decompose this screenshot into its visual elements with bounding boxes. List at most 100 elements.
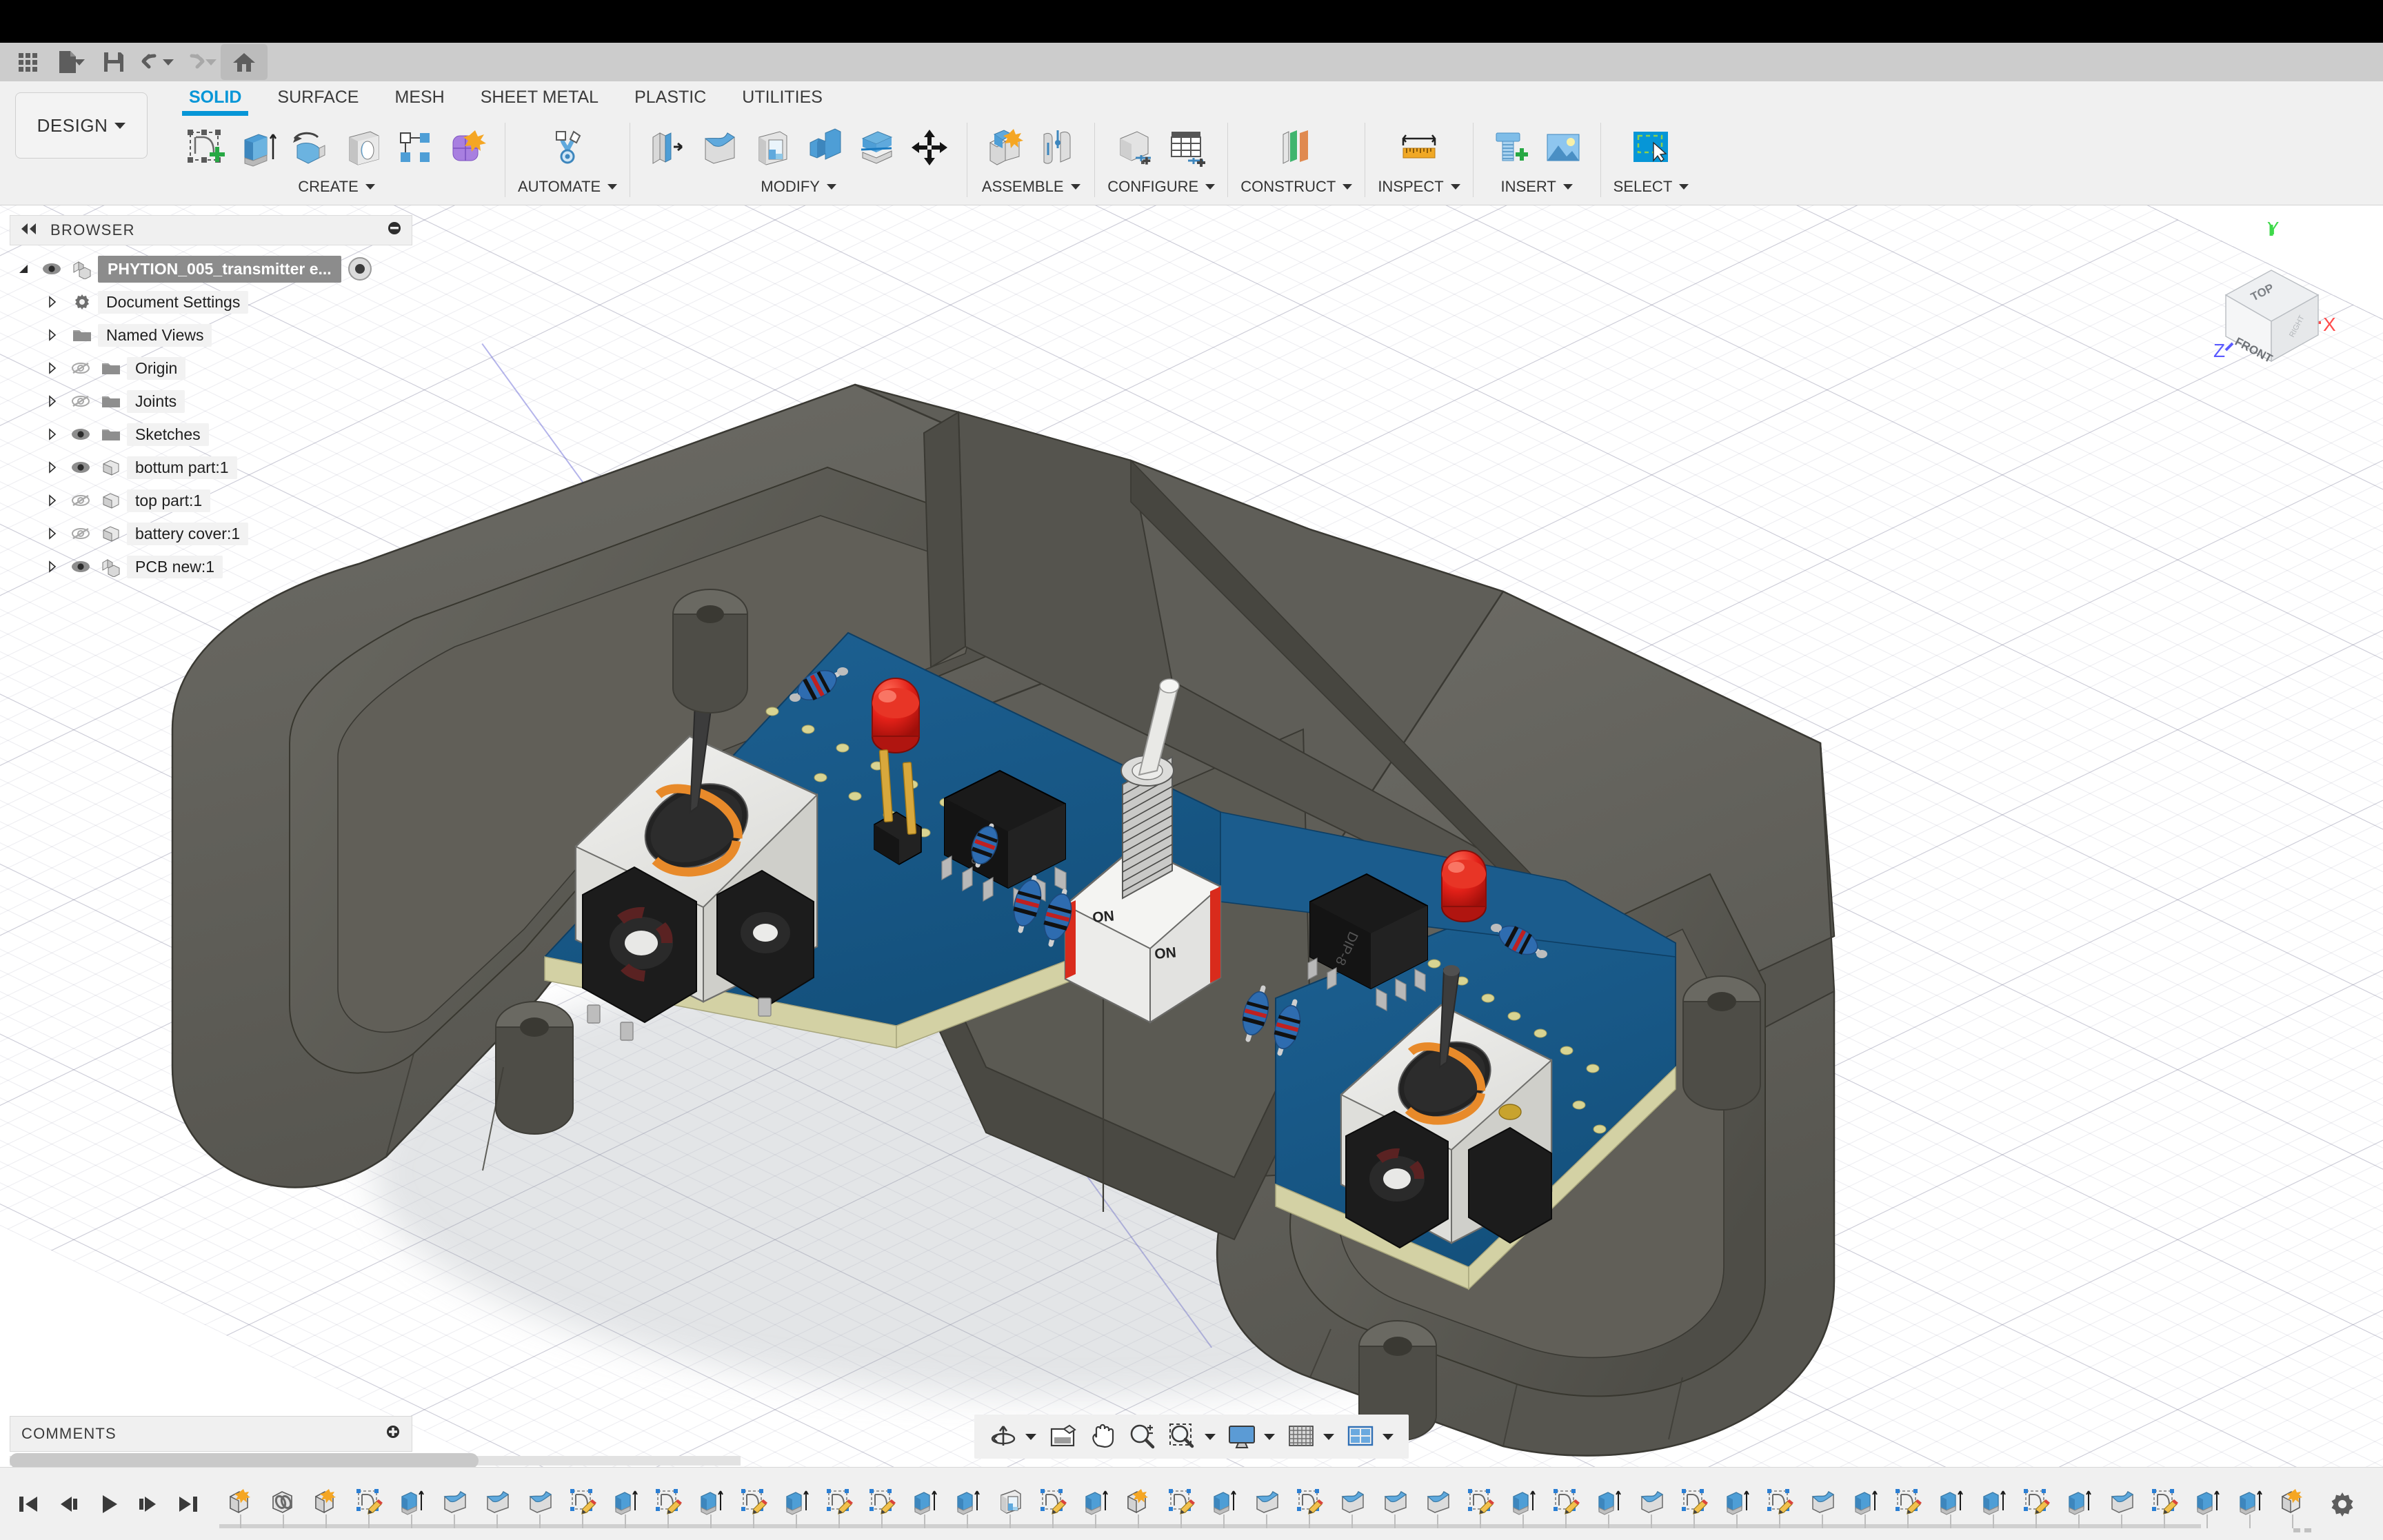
panel-label-modify[interactable]: MODIFY xyxy=(761,178,836,196)
timeline-feature[interactable] xyxy=(775,1468,818,1540)
timeline-feature[interactable] xyxy=(690,1468,732,1540)
timeline-feature[interactable] xyxy=(1887,1468,1929,1540)
tree-item-root[interactable]: PHYTION_005_transmitter e... xyxy=(10,252,412,285)
viewport-canvas[interactable]: ON ON DIP-8 Y X Z TOP FRONT RIGHT BROWSE… xyxy=(0,205,2383,1467)
timeline-feature[interactable] xyxy=(1673,1468,1716,1540)
timeline-feature[interactable] xyxy=(1630,1468,1673,1540)
pattern-icon[interactable] xyxy=(390,119,440,176)
timeline-feature[interactable] xyxy=(604,1468,647,1540)
expand-arrow-icon[interactable] xyxy=(39,560,66,573)
timeline-feature[interactable] xyxy=(1844,1468,1887,1540)
timeline-feature[interactable] xyxy=(519,1468,561,1540)
press-pull-icon[interactable] xyxy=(643,119,692,176)
tab-plastic[interactable]: PLASTIC xyxy=(616,81,724,113)
timeline-feature[interactable] xyxy=(732,1468,775,1540)
visibility-eye-off-icon[interactable] xyxy=(66,494,95,507)
offset-plane-icon[interactable] xyxy=(1271,119,1321,176)
timeline-feature[interactable] xyxy=(647,1468,690,1540)
tree-item-named-views[interactable]: Named Views xyxy=(10,318,412,352)
timeline-feature[interactable] xyxy=(1587,1468,1630,1540)
visibility-eye-icon[interactable] xyxy=(37,262,66,276)
extrude-icon[interactable] xyxy=(233,119,283,176)
undo-icon[interactable] xyxy=(135,44,178,80)
workspace-switcher-button[interactable]: DESIGN xyxy=(15,92,148,159)
tree-item-top-part[interactable]: top part:1 xyxy=(10,484,412,517)
tab-mesh[interactable]: MESH xyxy=(377,81,463,113)
timeline-feature[interactable] xyxy=(2015,1468,2058,1540)
visibility-eye-off-icon[interactable] xyxy=(66,394,95,408)
timeline-feature[interactable] xyxy=(390,1468,433,1540)
tree-item-battery-cover[interactable]: battery cover:1 xyxy=(10,517,412,550)
create-sketch-icon[interactable] xyxy=(181,119,230,176)
split-body-icon[interactable] xyxy=(852,119,902,176)
timeline-feature[interactable] xyxy=(433,1468,476,1540)
timeline-feature[interactable] xyxy=(1160,1468,1203,1540)
move-copy-icon[interactable] xyxy=(905,119,954,176)
go-to-beginning-icon[interactable] xyxy=(10,1486,47,1523)
timeline-feature[interactable] xyxy=(946,1468,989,1540)
chevron-down-icon[interactable] xyxy=(1382,1434,1394,1440)
create-form-icon[interactable] xyxy=(443,119,492,176)
insert-canvas-icon[interactable] xyxy=(1538,119,1588,176)
panel-label-create[interactable]: CREATE xyxy=(298,178,375,196)
timeline-feature[interactable] xyxy=(861,1468,903,1540)
collapse-left-icon[interactable] xyxy=(20,221,38,239)
viewports-icon[interactable] xyxy=(1341,1417,1380,1456)
panel-label-automate[interactable]: AUTOMATE xyxy=(518,178,617,196)
panel-label-select[interactable]: SELECT xyxy=(1613,178,1689,196)
visibility-eye-off-icon[interactable] xyxy=(66,527,95,540)
tab-sheet-metal[interactable]: SHEET METAL xyxy=(463,81,616,113)
comments-panel[interactable]: COMMENTS xyxy=(10,1416,412,1452)
activate-component-radio[interactable] xyxy=(348,257,372,281)
chevron-down-icon[interactable] xyxy=(205,59,217,65)
visibility-eye-icon[interactable] xyxy=(66,560,95,574)
expand-arrow-icon[interactable] xyxy=(39,527,66,540)
timeline-feature[interactable] xyxy=(561,1468,604,1540)
chevron-down-icon[interactable] xyxy=(1323,1434,1334,1440)
timeline-feature[interactable] xyxy=(1288,1468,1331,1540)
visibility-eye-off-icon[interactable] xyxy=(66,361,95,375)
timeline-feature[interactable] xyxy=(1972,1468,2015,1540)
expand-arrow-icon[interactable] xyxy=(39,395,66,407)
timeline-feature[interactable] xyxy=(2100,1468,2143,1540)
timeline-feature[interactable] xyxy=(262,1468,305,1540)
panel-label-assemble[interactable]: ASSEMBLE xyxy=(982,178,1080,196)
measure-icon[interactable] xyxy=(1394,119,1444,176)
timeline-feature[interactable] xyxy=(1245,1468,1288,1540)
horizontal-scrollbar[interactable] xyxy=(10,1453,741,1467)
tree-item-joints[interactable]: Joints xyxy=(10,385,412,418)
panel-label-construct[interactable]: CONSTRUCT xyxy=(1240,178,1352,196)
chevron-down-icon[interactable] xyxy=(1025,1434,1036,1440)
chevron-down-icon[interactable] xyxy=(1205,1434,1216,1440)
orbit-icon[interactable] xyxy=(984,1417,1023,1456)
timeline-feature-list[interactable] xyxy=(207,1468,2318,1540)
tab-utilities[interactable]: UTILITIES xyxy=(724,81,841,113)
expand-arrow-icon[interactable] xyxy=(39,362,66,374)
timeline-feature[interactable] xyxy=(1929,1468,1972,1540)
shell-icon[interactable] xyxy=(747,119,797,176)
step-back-icon[interactable] xyxy=(50,1486,87,1523)
tree-item-document-settings[interactable]: Document Settings xyxy=(10,285,412,318)
viewcube[interactable]: Y X Z TOP FRONT RIGHT xyxy=(2183,219,2362,371)
hole-icon[interactable] xyxy=(338,119,388,176)
timeline-feature[interactable] xyxy=(1331,1468,1374,1540)
chevron-down-icon[interactable] xyxy=(163,59,174,65)
pan-icon[interactable] xyxy=(1083,1417,1122,1456)
look-at-icon[interactable] xyxy=(1043,1417,1082,1456)
automate-icon[interactable] xyxy=(543,119,592,176)
expand-arrow-icon[interactable] xyxy=(39,494,66,507)
tree-item-sketches[interactable]: Sketches xyxy=(10,418,412,451)
display-settings-icon[interactable] xyxy=(1223,1417,1261,1456)
timeline-feature[interactable] xyxy=(2314,1468,2318,1540)
panel-label-configure[interactable]: CONFIGURE xyxy=(1107,178,1215,196)
chevron-down-icon[interactable] xyxy=(1264,1434,1275,1440)
timeline-feature[interactable] xyxy=(219,1468,262,1540)
go-to-end-icon[interactable] xyxy=(170,1486,207,1523)
combine-icon[interactable] xyxy=(800,119,849,176)
step-forward-icon[interactable] xyxy=(130,1486,167,1523)
timeline-feature[interactable] xyxy=(1459,1468,1502,1540)
timeline-feature[interactable] xyxy=(1502,1468,1545,1540)
play-icon[interactable] xyxy=(90,1486,127,1523)
home-icon[interactable] xyxy=(221,44,268,80)
timeline-feature[interactable] xyxy=(1416,1468,1459,1540)
